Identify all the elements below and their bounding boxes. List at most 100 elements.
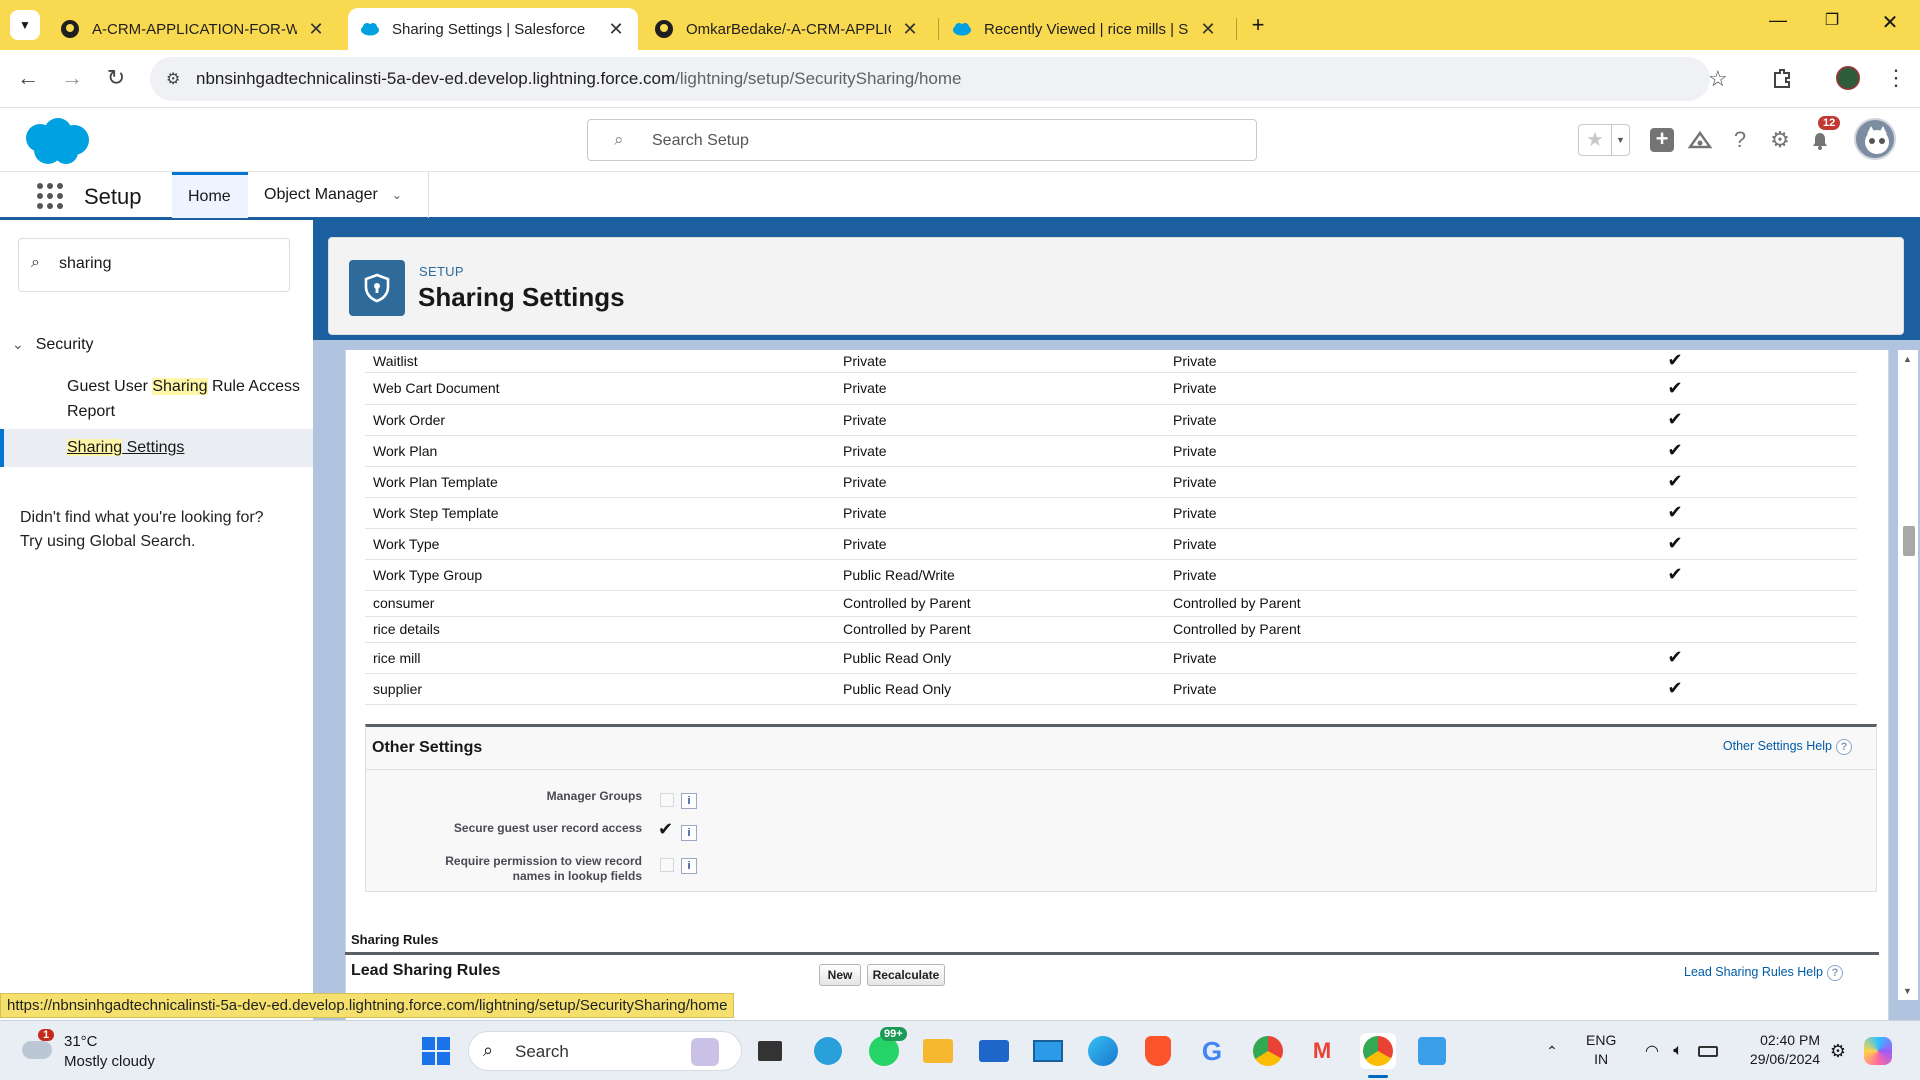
new-button[interactable]: New <box>819 964 861 986</box>
cell-name: rice details <box>365 616 835 643</box>
grant-access-check-icon: ✔ <box>1645 372 1705 405</box>
extensions-icon[interactable] <box>1766 62 1798 94</box>
site-info-icon[interactable]: ⚙ <box>166 69 180 89</box>
tab-search-button[interactable]: ▼ <box>10 10 40 40</box>
gmail-icon[interactable]: M <box>1304 1033 1340 1069</box>
close-tab-icon[interactable]: ✕ <box>306 19 326 40</box>
recalculate-button[interactable]: Recalculate <box>867 964 945 986</box>
cell-external: Private <box>1165 559 1645 591</box>
reload-button[interactable]: ↻ <box>100 62 132 94</box>
cell-internal: Private <box>835 528 1165 560</box>
close-tab-icon[interactable]: ✕ <box>606 19 626 40</box>
setting-label-manager-groups: Manager Groups <box>546 789 642 803</box>
chrome-icon[interactable] <box>1250 1033 1286 1069</box>
app-nav-bar: Setup Home Object Manager ⌄ <box>0 172 1920 220</box>
info-icon[interactable]: i <box>681 858 697 874</box>
minimize-button[interactable]: — <box>1760 10 1796 40</box>
edge-icon[interactable] <box>1085 1033 1121 1069</box>
grant-access-check-icon: ✔ <box>1645 404 1705 436</box>
table-row: Waitlist Private Private ✔ <box>365 350 1857 373</box>
whatsapp-icon[interactable]: 99+ <box>866 1027 907 1069</box>
telegram-icon[interactable] <box>810 1033 846 1069</box>
app-launcher-icon[interactable] <box>36 182 64 210</box>
close-tab-icon[interactable]: ✕ <box>1198 19 1218 40</box>
new-tab-button[interactable]: + <box>1244 12 1272 40</box>
tab-object-manager[interactable]: Object Manager ⌄ <box>248 172 428 218</box>
trailhead-icon[interactable] <box>1686 126 1714 154</box>
url-bar[interactable]: ⚙ nbnsinhgadtechnicalinsti-5a-dev-ed.dev… <box>150 57 1728 101</box>
cell-internal: Private <box>835 466 1165 498</box>
table-row: Work Type Group Public Read/Write Private ✔ <box>365 559 1857 591</box>
cell-spacer <box>1705 497 1857 529</box>
vertical-scrollbar[interactable]: ▲ ▼ <box>1898 350 1918 1000</box>
notification-center-icon[interactable]: ⚙ <box>1820 1033 1856 1069</box>
sharing-settings-content: Waitlist Private Private ✔ Web Cart Document… <box>345 350 1918 1030</box>
quick-find-input[interactable]: ⌕ sharing <box>18 238 290 292</box>
tree-section-security[interactable]: ⌄ Security <box>12 336 94 354</box>
browser-tab-2[interactable]: Sharing Settings | Salesforce ✕ <box>348 8 638 50</box>
cell-spacer <box>1705 528 1857 560</box>
clock[interactable]: 02:40 PM 29/06/2024 <box>1738 1031 1820 1069</box>
cell-external: Controlled by Parent <box>1165 616 1645 643</box>
weather-widget[interactable]: 1 31°C Mostly cloudy <box>20 1029 180 1073</box>
task-view-icon[interactable] <box>752 1033 788 1069</box>
lead-sharing-rules-title: Lead Sharing Rules <box>351 962 501 979</box>
search-setup-input[interactable]: ⌕ Search Setup <box>587 119 1257 161</box>
global-actions-icon[interactable]: + <box>1648 126 1676 154</box>
chrome-active-icon[interactable] <box>1360 1033 1396 1069</box>
weather-desc: Mostly cloudy <box>64 1053 155 1070</box>
browser-tab-bar: ▼ A-CRM-APPLICATION-FOR-WH ✕ Sharing Set… <box>0 0 1920 50</box>
github-icon <box>60 19 80 39</box>
browser-menu-icon[interactable]: ⋮ <box>1880 62 1912 94</box>
weather-temp: 31°C <box>64 1033 98 1050</box>
windows-start-icon[interactable] <box>418 1033 454 1069</box>
scroll-down-arrow[interactable]: ▼ <box>1903 986 1912 996</box>
browser-tab-4[interactable]: Recently Viewed | rice mills | Sal ✕ <box>940 8 1230 50</box>
scrollbar-thumb[interactable] <box>1903 526 1915 556</box>
google-icon[interactable]: G <box>1194 1033 1230 1069</box>
info-icon[interactable]: i <box>681 825 697 841</box>
help-icon[interactable]: ? <box>1726 126 1754 154</box>
bookmark-star-icon[interactable]: ☆ <box>1708 66 1728 92</box>
main-content-area: SETUP Sharing Settings Waitlist Private Pr… <box>313 220 1920 1030</box>
browser-tab-1[interactable]: A-CRM-APPLICATION-FOR-WH ✕ <box>48 8 338 50</box>
tree-item-sharing-settings[interactable]: Sharing Settings <box>0 429 313 467</box>
taskbar-search-box[interactable]: ⌕ Search <box>468 1031 742 1071</box>
desktop-monitor-icon[interactable] <box>1030 1033 1066 1069</box>
chevron-down-icon[interactable]: ⌄ <box>392 188 402 202</box>
close-tab-icon[interactable]: ✕ <box>900 19 920 40</box>
grant-access-check-icon: ✔ <box>1645 497 1705 529</box>
battery-icon[interactable] <box>1690 1033 1726 1069</box>
grant-access-check-icon: ✔ <box>1645 466 1705 498</box>
copilot-icon[interactable] <box>1860 1033 1896 1069</box>
mail-icon[interactable] <box>976 1033 1012 1069</box>
file-explorer-icon[interactable] <box>920 1033 956 1069</box>
restore-button[interactable]: ❐ <box>1814 10 1850 40</box>
tab-home[interactable]: Home <box>172 172 248 218</box>
profile-avatar[interactable] <box>1832 62 1864 94</box>
back-button[interactable]: ← <box>12 62 44 94</box>
language-indicator[interactable]: ENG IN <box>1586 1031 1616 1069</box>
other-settings-help-link[interactable]: Other Settings Help? <box>1723 739 1852 755</box>
setting-label-require-permission: Require permission to view record names … <box>445 854 642 883</box>
salesforce-cloud-icon <box>360 19 380 39</box>
close-window-button[interactable]: ✕ <box>1872 10 1908 40</box>
forward-button[interactable]: → <box>56 62 88 94</box>
brave-icon[interactable] <box>1140 1033 1176 1069</box>
photos-icon[interactable] <box>1414 1033 1450 1069</box>
gear-icon[interactable]: ⚙ <box>1766 126 1794 154</box>
chevron-down-icon[interactable]: ▼ <box>1611 125 1629 155</box>
cell-internal: Public Read/Write <box>835 559 1165 591</box>
tree-item-guest-user-sharing-rule-access-report[interactable]: Guest User Sharing Rule Access Report <box>67 374 307 424</box>
info-icon[interactable]: i <box>681 793 697 809</box>
salesforce-logo[interactable] <box>18 116 94 171</box>
lead-sharing-rules-help-link[interactable]: Lead Sharing Rules Help? <box>1684 965 1843 981</box>
user-avatar[interactable] <box>1854 118 1896 160</box>
favorites-button[interactable]: ★ ▼ <box>1578 124 1630 156</box>
browser-tab-3[interactable]: OmkarBedake/-A-CRM-APPLIC ✕ <box>642 8 932 50</box>
chevron-up-icon[interactable]: ⌃ <box>1534 1033 1570 1069</box>
breadcrumb[interactable]: SETUP <box>419 264 464 279</box>
scroll-up-arrow[interactable]: ▲ <box>1903 354 1912 364</box>
help-icon: ? <box>1826 965 1843 981</box>
notifications-bell-icon[interactable]: 12 <box>1806 116 1841 154</box>
